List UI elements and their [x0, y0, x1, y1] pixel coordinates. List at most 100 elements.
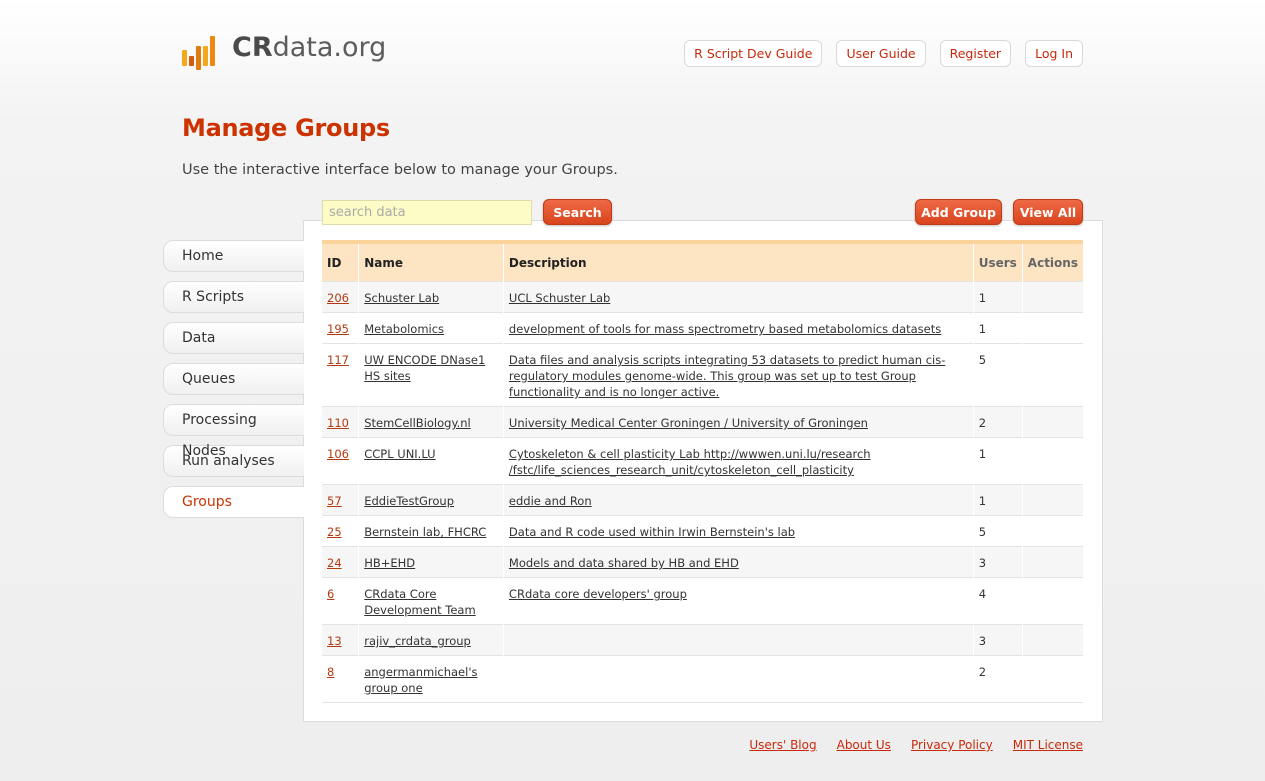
nav-user-guide[interactable]: User Guide	[836, 40, 926, 67]
view-all-button[interactable]: View All	[1013, 199, 1083, 225]
group-actions-cell-cell	[1021, 281, 1083, 313]
nav-r-script-dev-guide[interactable]: R Script Dev Guide	[684, 40, 823, 67]
column-header-id[interactable]: ID	[322, 240, 359, 282]
column-header-name[interactable]: Name	[358, 240, 504, 282]
group-name-link[interactable]: UW ENCODE DNase1 HS sites	[364, 353, 485, 383]
search-input[interactable]: search data	[322, 200, 532, 225]
add-group-button[interactable]: Add Group	[915, 199, 1002, 225]
sidebar-item-queues[interactable]: Queues	[163, 363, 304, 395]
column-header-users: Users	[972, 240, 1023, 282]
table-row: 106 CCPL UNI.LU Cytoskeleton & cell plasti…	[322, 437, 1083, 485]
sidebar-item-groups[interactable]: Groups	[163, 486, 304, 518]
group-id-cell: 6	[322, 577, 359, 625]
table-row: 206 Schuster Lab UCL Schuster Lab 1	[322, 281, 1083, 313]
nav-register[interactable]: Register	[939, 40, 1012, 67]
sidebar-item-processing-nodes[interactable]: Processing Nodes	[163, 404, 304, 459]
group-description-link[interactable]: CRdata core developers' group	[509, 587, 687, 601]
site-logo[interactable]: CRdata.org	[182, 30, 386, 70]
group-name-cell: Schuster Lab	[358, 281, 504, 313]
group-users-count: 3	[978, 634, 987, 648]
group-name-link[interactable]: EddieTestGroup	[364, 494, 454, 508]
group-users-count-cell: 2	[972, 655, 1023, 703]
group-id-link[interactable]: 195	[327, 322, 349, 336]
group-name-link[interactable]: rajiv_crdata_group	[364, 634, 471, 648]
column-header-actions: Actions	[1021, 240, 1083, 282]
group-description-link[interactable]: eddie and Ron	[509, 494, 592, 508]
table-row: 25 Bernstein lab, FHCRC Data and R code us…	[322, 515, 1083, 547]
group-name-cell: UW ENCODE DNase1 HS sites	[358, 343, 504, 407]
group-id-link[interactable]: 110	[327, 416, 349, 430]
group-name-cell: CRdata Core Development Team	[358, 577, 504, 625]
group-description-link[interactable]: University Medical Center Groningen / Un…	[509, 416, 868, 430]
footer-link-privacy-policy[interactable]: Privacy Policy	[911, 738, 993, 752]
group-description-cell: Models and data shared by HB and EHD	[502, 546, 974, 578]
group-name-link[interactable]: angermanmichael's group one	[364, 665, 477, 695]
group-name-cell: angermanmichael's group one	[358, 655, 504, 703]
group-actions-cell-cell	[1021, 484, 1083, 516]
group-id-link[interactable]: 25	[327, 525, 342, 539]
search-button[interactable]: Search	[543, 199, 612, 225]
group-id-cell: 195	[322, 312, 359, 344]
group-description-link[interactable]: development of tools for mass spectromet…	[509, 322, 941, 336]
group-description-link[interactable]: Data and R code used within Irwin Bernst…	[509, 525, 795, 539]
group-name-link[interactable]: CRdata Core Development Team	[364, 587, 475, 617]
group-name-cell: StemCellBiology.nl	[358, 406, 504, 438]
group-name-link[interactable]: Metabolomics	[364, 322, 444, 336]
table-row: 110 StemCellBiology.nl University Medical …	[322, 406, 1083, 438]
group-name-link[interactable]: Bernstein lab, FHCRC	[364, 525, 486, 539]
group-users-count-cell: 5	[972, 515, 1023, 547]
groups-table: ID Name Description Users Actions 206 Sch…	[322, 240, 1083, 703]
group-users-count: 4	[978, 587, 987, 601]
group-actions-cell-cell	[1021, 312, 1083, 344]
group-name-cell: CCPL UNI.LU	[358, 437, 504, 485]
group-name-link[interactable]: CCPL UNI.LU	[364, 447, 435, 461]
group-users-count: 1	[978, 322, 987, 336]
group-users-count: 1	[978, 291, 987, 305]
group-id-cell: 110	[322, 406, 359, 438]
group-description-cell	[502, 655, 974, 703]
group-actions-cell-cell	[1021, 546, 1083, 578]
group-users-count-cell: 1	[972, 312, 1023, 344]
column-header-description[interactable]: Description	[502, 240, 974, 282]
group-name-cell: HB+EHD	[358, 546, 504, 578]
footer-link-mit-license[interactable]: MIT License	[1013, 738, 1083, 752]
group-id-link[interactable]: 6	[327, 587, 334, 601]
group-name-link[interactable]: StemCellBiology.nl	[364, 416, 471, 430]
sidebar-item-r-scripts[interactable]: R Scripts	[163, 281, 304, 313]
group-id-link[interactable]: 206	[327, 291, 349, 305]
group-id-link[interactable]: 8	[327, 665, 334, 679]
group-description-cell: Data files and analysis scripts integrat…	[502, 343, 974, 407]
group-users-count: 5	[978, 353, 987, 367]
group-description-link[interactable]: Cytoskeleton & cell plasticity Lab http:…	[509, 447, 871, 477]
sidebar-item-data[interactable]: Data	[163, 322, 304, 354]
group-id-cell: 57	[322, 484, 359, 516]
group-name-link[interactable]: Schuster Lab	[364, 291, 439, 305]
table-row: 57 EddieTestGroup eddie and Ron 1	[322, 484, 1083, 516]
group-id-link[interactable]: 117	[327, 353, 349, 367]
nav-log-in[interactable]: Log In	[1025, 40, 1083, 67]
table-header-row: ID Name Description Users Actions	[322, 240, 1083, 282]
group-users-count: 2	[978, 665, 987, 679]
group-actions-cell-cell	[1021, 655, 1083, 703]
group-description-link[interactable]: Models and data shared by HB and EHD	[509, 556, 739, 570]
group-name-link[interactable]: HB+EHD	[364, 556, 415, 570]
group-users-count-cell: 1	[972, 281, 1023, 313]
sidebar: Home R Scripts Data Queues Processing No…	[163, 240, 304, 527]
sidebar-item-home[interactable]: Home	[163, 240, 304, 272]
group-users-count-cell: 5	[972, 343, 1023, 407]
footer-link-about-us[interactable]: About Us	[837, 738, 891, 752]
group-id-link[interactable]: 57	[327, 494, 342, 508]
group-description-cell: University Medical Center Groningen / Un…	[502, 406, 974, 438]
sidebar-item-run-analyses[interactable]: Run analyses	[163, 445, 304, 477]
group-id-link[interactable]: 13	[327, 634, 342, 648]
table-row: 13 rajiv_crdata_group 3	[322, 624, 1083, 656]
logo-text-cr: CR	[232, 31, 273, 63]
group-description-link[interactable]: Data files and analysis scripts integrat…	[509, 353, 945, 399]
group-name-cell: rajiv_crdata_group	[358, 624, 504, 656]
footer-link-users-blog[interactable]: Users' Blog	[749, 738, 816, 752]
group-id-link[interactable]: 106	[327, 447, 349, 461]
page-title: Manage Groups	[182, 114, 390, 142]
group-id-link[interactable]: 24	[327, 556, 342, 570]
group-description-link[interactable]: UCL Schuster Lab	[509, 291, 610, 305]
group-description-cell: development of tools for mass spectromet…	[502, 312, 974, 344]
